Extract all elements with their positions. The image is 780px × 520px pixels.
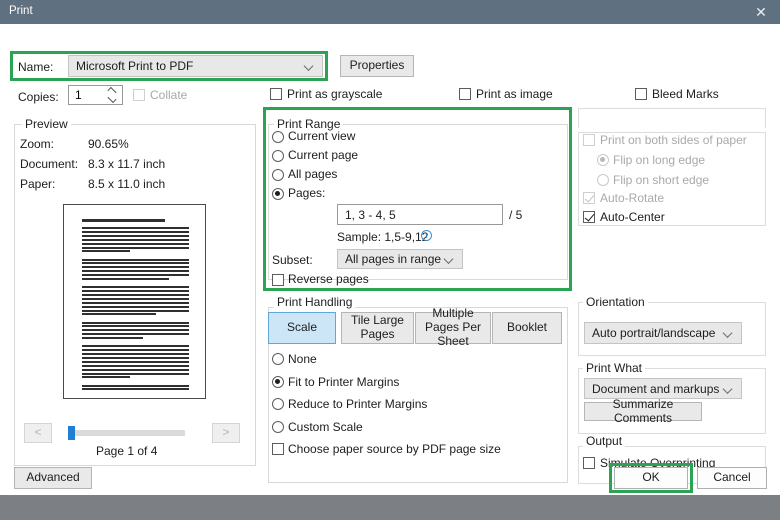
preview-page-slider-thumb[interactable] [68,426,75,440]
close-icon[interactable]: ✕ [742,0,780,24]
subset-select[interactable]: All pages in range [337,249,463,269]
collate-label: Collate [150,88,188,102]
right-top-divider [578,108,766,128]
output-group-title: Output [583,434,626,448]
zoom-value: 90.65% [88,137,129,151]
copies-stepper[interactable]: 1 [68,85,123,105]
printer-name-select[interactable]: Microsoft Print to PDF [68,55,323,77]
preview-next-page-button[interactable]: > [212,423,240,443]
print-both-sides-label: Print on both sides of paper [600,133,747,147]
auto-center-label: Auto-Center [600,210,665,224]
print-as-grayscale-label: Print as grayscale [287,87,383,101]
document-size-value: 8.3 x 11.7 inch [88,157,166,171]
stepper-arrows-icon[interactable] [107,86,117,104]
auto-rotate-checkbox[interactable] [583,192,595,204]
print-what-value: Document and markups [592,381,720,396]
radio-fit-to-printer-margins-label: Fit to Printer Margins [288,375,400,389]
pages-total: / 5 [509,208,523,222]
preview-page-thumbnail [63,204,206,399]
bleed-marks-label: Bleed Marks [652,87,719,101]
chevron-down-icon [445,255,454,264]
printer-name-value: Microsoft Print to PDF [76,59,194,73]
preview-page-slider[interactable] [68,426,185,440]
title-bar: Print ✕ [0,0,780,24]
radio-custom-scale-label: Custom Scale [288,420,363,434]
simulate-overprinting-checkbox[interactable] [583,457,595,469]
print-as-grayscale-checkbox[interactable] [270,88,282,100]
bleed-marks-checkbox[interactable] [635,88,647,100]
subset-value: All pages in range [345,252,442,266]
chevron-down-icon [305,62,314,71]
radio-all-pages-label: All pages [288,167,338,181]
print-as-image-label: Print as image [476,87,553,101]
radio-reduce-to-printer-margins[interactable] [272,398,284,410]
tab-multiple-pages-per-sheet[interactable]: Multiple Pages Per Sheet [415,306,491,348]
summarize-comments-button[interactable]: Summarize Comments [584,397,702,424]
info-icon[interactable]: i [421,230,432,241]
copies-value: 1 [75,88,82,102]
orientation-select[interactable]: Auto portrait/landscape [584,322,742,344]
orientation-group-title: Orientation [583,295,648,309]
radio-custom-scale[interactable] [272,421,284,433]
radio-flip-long-edge-label: Flip on long edge [613,153,706,167]
preview-group-title: Preview [22,117,71,131]
preview-prev-page-button[interactable]: < [24,423,52,443]
zoom-label: Zoom: [20,137,55,151]
paper-source-label: Choose paper source by PDF page size [288,442,501,456]
reverse-pages-label: Reverse pages [288,272,369,286]
sample-text: Sample: 1,5-9,12 [337,230,429,244]
print-dialog: Print ✕ Name: Microsoft Print to PDF Pro… [0,0,780,495]
copies-label: Copies: [18,90,59,104]
print-handling-group-title: Print Handling [274,295,356,309]
cancel-button[interactable]: Cancel [697,467,767,489]
paper-source-checkbox[interactable] [272,443,284,455]
radio-flip-long-edge[interactable] [597,154,609,166]
print-both-sides-checkbox[interactable] [583,134,595,146]
tab-scale[interactable]: Scale [268,312,336,344]
auto-center-checkbox[interactable] [583,211,595,223]
tab-tile-large-pages[interactable]: Tile Large Pages [341,312,414,344]
radio-pages[interactable] [272,188,284,200]
radio-flip-short-edge[interactable] [597,174,609,186]
radio-current-view[interactable] [272,131,284,143]
pages-input-value: 1, 3 - 4, 5 [345,207,396,222]
collate-checkbox[interactable] [133,89,145,101]
radio-scale-none[interactable] [272,353,284,365]
pages-input[interactable]: 1, 3 - 4, 5 [337,204,503,225]
preview-page-status: Page 1 of 4 [96,444,158,458]
chevron-down-icon [724,384,733,393]
radio-current-page-label: Current page [288,148,359,162]
advanced-button[interactable]: Advanced [14,467,92,489]
document-size-label: Document: [20,157,79,171]
radio-fit-to-printer-margins[interactable] [272,376,284,388]
printer-name-label: Name: [18,60,54,74]
orientation-value: Auto portrait/landscape [592,326,716,340]
radio-current-page[interactable] [272,150,284,162]
print-what-select[interactable]: Document and markups [584,378,742,399]
print-as-image-checkbox[interactable] [459,88,471,100]
reverse-pages-checkbox[interactable] [272,274,284,286]
window-title: Print [9,5,33,17]
radio-current-view-label: Current view [288,129,356,143]
radio-all-pages[interactable] [272,169,284,181]
radio-scale-none-label: None [288,352,317,366]
chevron-down-icon [724,329,733,338]
radio-flip-short-edge-label: Flip on short edge [613,173,710,187]
subset-label: Subset: [272,253,313,267]
auto-rotate-label: Auto-Rotate [600,191,665,205]
desktop-background-strip [0,495,780,520]
radio-pages-label: Pages: [288,186,326,200]
radio-reduce-to-printer-margins-label: Reduce to Printer Margins [288,397,428,411]
ok-button[interactable]: OK [614,467,688,489]
dialog-body: Name: Microsoft Print to PDF Properties … [0,24,780,495]
tab-booklet[interactable]: Booklet [492,312,562,344]
paper-size-value: 8.5 x 11.0 inch [88,177,166,191]
properties-button[interactable]: Properties [340,55,414,77]
print-what-group-title: Print What [583,361,646,375]
paper-size-label: Paper: [20,177,56,191]
